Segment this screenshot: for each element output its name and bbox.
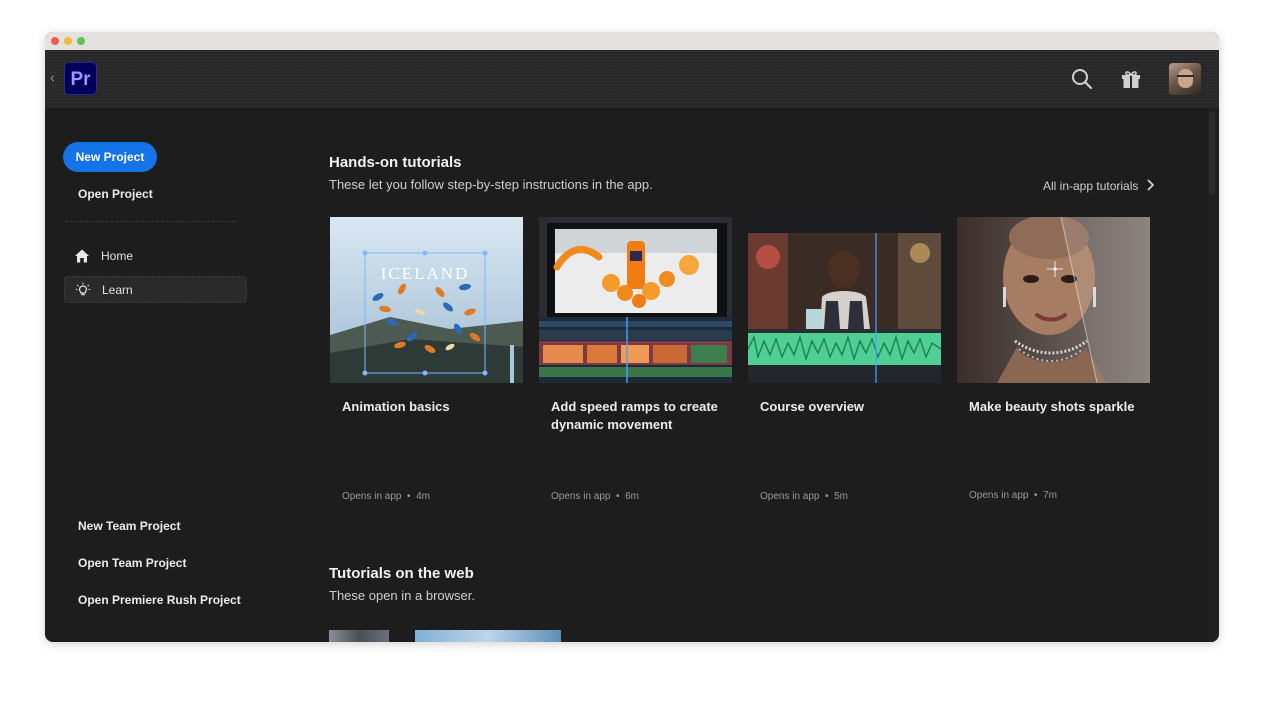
card-meta: Opens in app • 6m [551, 491, 640, 502]
close-window-button[interactable] [51, 37, 59, 45]
open-team-project-link[interactable]: Open Team Project [78, 556, 186, 570]
premiere-logo: Pr [64, 62, 97, 95]
home-icon [75, 249, 89, 263]
minimize-window-button[interactable] [64, 37, 72, 45]
search-icon[interactable] [1070, 67, 1094, 91]
sidebar-divider [65, 221, 235, 222]
card-meta: Opens in app • 7m [969, 490, 1058, 501]
zoom-window-button[interactable] [77, 37, 85, 45]
sidebar-item-label: Home [101, 249, 134, 263]
iceland-thumbnail-text: ICELAND [381, 264, 470, 283]
tutorial-thumbnail-course-overview[interactable] [748, 217, 941, 383]
app-header: ‹ Pr [45, 50, 1219, 108]
card-title-beauty-shots[interactable]: Make beauty shots sparkle [969, 398, 1149, 416]
tutorial-thumbnail-beauty-shots[interactable] [957, 217, 1150, 383]
card-title-speed-ramps[interactable]: Add speed ramps to create dynamic moveme… [551, 398, 731, 434]
sidebar-item-learn[interactable]: Learn [64, 276, 247, 303]
new-project-button[interactable]: New Project [63, 142, 157, 172]
card-meta: Opens in app • 5m [760, 491, 849, 502]
gift-icon[interactable] [1119, 67, 1143, 91]
web-tutorials-title: Tutorials on the web [329, 565, 474, 582]
tutorial-thumbnail-speed-ramps[interactable] [539, 217, 732, 383]
web-tutorials-subtitle: These open in a browser. [329, 588, 475, 603]
scrollbar-thumb[interactable] [1209, 112, 1215, 194]
user-avatar[interactable] [1169, 63, 1201, 95]
back-chevron-icon[interactable]: ‹ [50, 69, 55, 85]
web-tutorial-thumbnail[interactable] [329, 630, 389, 642]
sidebar-item-label: Learn [102, 283, 133, 297]
lightbulb-icon [75, 282, 91, 296]
title-bar [45, 32, 1219, 50]
all-in-app-tutorials-link[interactable]: All in-app tutorials [1043, 179, 1138, 193]
web-tutorial-thumbnail[interactable] [415, 630, 561, 642]
avatar-glasses [1177, 75, 1194, 81]
open-premiere-rush-project-link[interactable]: Open Premiere Rush Project [78, 593, 241, 607]
app-window: ‹ Pr New Project Open Project Home Learn… [45, 32, 1219, 642]
tutorial-thumbnail-animation-basics[interactable]: ICELAND [330, 217, 523, 383]
new-team-project-link[interactable]: New Team Project [78, 519, 180, 533]
open-project-link[interactable]: Open Project [78, 187, 153, 201]
chevron-right-icon[interactable] [1145, 178, 1155, 192]
sidebar-item-home[interactable]: Home [64, 243, 247, 270]
hands-on-subtitle: These let you follow step-by-step instru… [329, 177, 653, 192]
card-title-animation-basics[interactable]: Animation basics [342, 398, 522, 416]
card-meta: Opens in app • 4m [342, 491, 431, 502]
hands-on-title: Hands-on tutorials [329, 154, 462, 171]
card-title-course-overview[interactable]: Course overview [760, 398, 940, 416]
